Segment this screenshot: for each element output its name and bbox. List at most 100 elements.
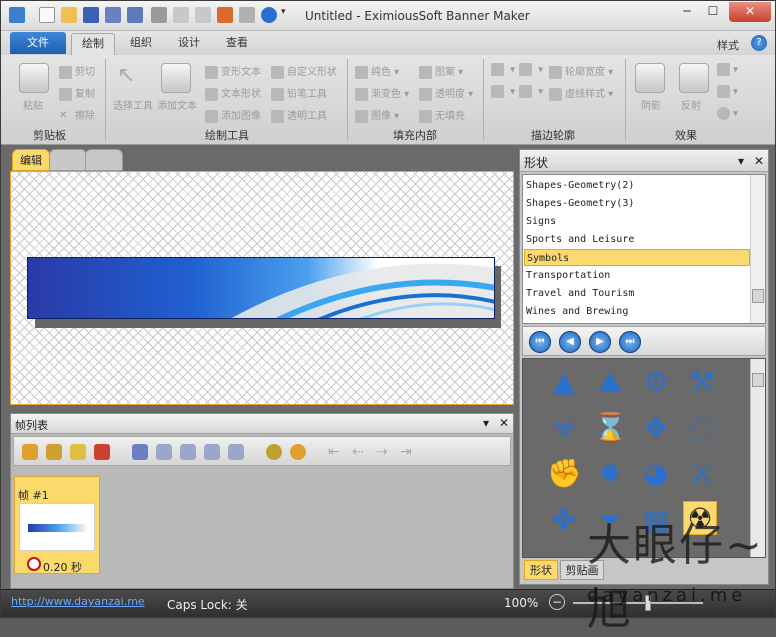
list-item[interactable]: Signs <box>524 213 750 230</box>
scrollbar-thumb[interactable] <box>752 373 764 387</box>
effect-option-3[interactable]: ▾ <box>717 107 738 120</box>
print-icon[interactable] <box>151 7 167 23</box>
cut-button[interactable]: 剪切 <box>59 63 95 79</box>
new-icon[interactable] <box>39 7 55 23</box>
ball-shape-icon[interactable]: ◕ <box>639 457 673 491</box>
tool-icon[interactable] <box>239 7 255 23</box>
gear-shape-icon[interactable]: ⚙ <box>639 365 673 399</box>
save-as-icon[interactable] <box>105 7 121 23</box>
delete-button[interactable]: ✕ 擦除 <box>59 107 95 123</box>
style-menu[interactable]: 样式 <box>717 37 739 53</box>
first-page-icon[interactable]: ⏮ <box>529 331 551 353</box>
shadow-button[interactable]: 阴影 <box>641 97 661 112</box>
dash-style-button[interactable]: 虚线样式 ▾ <box>549 85 613 101</box>
qat-dropdown-icon[interactable]: ▾ <box>281 7 291 23</box>
pointer-icon[interactable]: ↖ <box>117 63 147 93</box>
tab-organize[interactable]: 组织 <box>121 33 161 55</box>
banner-object[interactable] <box>27 257 495 319</box>
tab-edit[interactable]: 编辑 <box>12 149 50 171</box>
list-item[interactable]: Shapes-Geometry(2) <box>524 177 750 194</box>
add-frame-icon[interactable] <box>22 444 38 460</box>
help-icon[interactable] <box>261 7 277 23</box>
first-arrow-icon[interactable]: ⇤ <box>328 444 344 460</box>
stroke-color-button[interactable]: ▾ <box>491 63 515 76</box>
fist-shape-icon[interactable]: ✊ <box>547 457 582 491</box>
select-tool-button[interactable]: 选择工具 <box>113 97 153 112</box>
list-scrollbar[interactable] <box>750 175 765 323</box>
sword-shape-icon[interactable]: ⚔ <box>685 457 719 491</box>
brush-icon[interactable] <box>217 7 233 23</box>
minimize-icon[interactable]: ─ <box>673 2 701 22</box>
tab-draw[interactable]: 绘制 <box>71 33 115 55</box>
list-item-selected[interactable]: Symbols <box>524 249 750 266</box>
effect-option-2[interactable]: ▾ <box>717 85 738 98</box>
tab-design[interactable]: 设计 <box>169 33 209 55</box>
no-fill-button[interactable]: 无填充 <box>419 107 465 123</box>
solid-fill-button[interactable]: 纯色 ▾ <box>355 63 399 79</box>
close-icon[interactable]: ✕ <box>729 2 771 22</box>
settings-icon[interactable] <box>266 444 282 460</box>
list-item[interactable]: Travel and Tourism <box>524 285 750 302</box>
tab-preview[interactable] <box>49 149 87 171</box>
effect-option-1[interactable]: ▾ <box>717 63 738 76</box>
prev-arrow-icon[interactable]: ⇠ <box>352 444 368 460</box>
copy-button[interactable]: 复制 <box>59 85 95 101</box>
diamond-shape-icon[interactable]: ❖ <box>639 411 673 445</box>
peak-shape-icon[interactable]: ⛰ <box>593 365 627 399</box>
delete-frame-icon[interactable] <box>94 444 110 460</box>
tab-view[interactable]: 查看 <box>217 33 257 55</box>
next-arrow-icon[interactable]: ⇢ <box>376 444 392 460</box>
panel-menu-icon[interactable]: ▾ <box>738 154 744 168</box>
undo-icon[interactable] <box>173 7 189 23</box>
zoom-out-icon[interactable]: − <box>549 594 565 610</box>
scrollbar-thumb[interactable] <box>752 289 764 303</box>
reflection-button[interactable]: 反射 <box>681 97 701 112</box>
tool-shape-icon[interactable]: ⚒ <box>685 365 719 399</box>
maximize-icon[interactable]: ☐ <box>699 2 727 22</box>
paste-icon[interactable] <box>19 63 49 93</box>
stroke-style-button[interactable]: ▾ <box>519 63 543 76</box>
add-text-button[interactable]: 添加文本 <box>157 97 197 112</box>
open-icon[interactable] <box>61 7 77 23</box>
frame-tool-icon[interactable] <box>156 444 172 460</box>
reflection-icon[interactable] <box>679 63 709 93</box>
mountain-shape-icon[interactable]: ▲ <box>547 365 581 399</box>
stroke-fill-button[interactable]: ▾ <box>491 85 515 98</box>
pattern-fill-button[interactable]: 图案 ▾ <box>419 63 463 79</box>
panel-close-icon[interactable]: ✕ <box>499 416 509 430</box>
duplicate-frame-icon[interactable] <box>70 444 86 460</box>
fan-shape-icon[interactable]: ✤ <box>547 503 581 537</box>
timer-icon[interactable] <box>290 444 306 460</box>
list-item[interactable]: Shapes-Geometry(3) <box>524 195 750 212</box>
shadow-icon[interactable] <box>635 63 665 93</box>
custom-shape-button[interactable]: 自定义形状 <box>271 63 337 79</box>
list-item[interactable]: Sports and Leisure <box>524 231 750 248</box>
warp-text-button[interactable]: 变形文本 <box>205 63 261 79</box>
panel-close-icon[interactable]: ✕ <box>754 154 764 168</box>
gradient-fill-button[interactable]: 渐变色 ▾ <box>355 85 409 101</box>
outline-width-button[interactable]: 轮廓宽度 ▾ <box>549 63 613 79</box>
add-image-button[interactable]: 添加图像 <box>205 107 261 123</box>
frame-tool-icon[interactable] <box>204 444 220 460</box>
frame-tool-icon[interactable] <box>180 444 196 460</box>
redo-icon[interactable] <box>195 7 211 23</box>
dotted-circle-shape-icon[interactable]: ◌ <box>685 411 719 445</box>
save-icon[interactable] <box>83 7 99 23</box>
biohazard-shape-icon[interactable]: ☣ <box>547 411 581 445</box>
text-shape-button[interactable]: 文本形状 <box>205 85 261 101</box>
list-item[interactable]: Wines and Brewing <box>524 303 750 320</box>
next-page-icon[interactable]: ▶ <box>589 331 611 353</box>
frame-item[interactable]: 帧 #1 0.20 秒 <box>14 476 100 574</box>
help-button[interactable]: ? <box>751 35 767 51</box>
export-icon[interactable] <box>127 7 143 23</box>
app-icon[interactable] <box>9 7 25 23</box>
last-arrow-icon[interactable]: ⇥ <box>400 444 416 460</box>
frame-tool-icon[interactable] <box>228 444 244 460</box>
pencil-tool-button[interactable]: 铅笔工具 <box>271 85 327 101</box>
transparent-tool-button[interactable]: 透明工具 <box>271 107 327 123</box>
image-fill-button[interactable]: 图像 ▾ <box>355 107 399 123</box>
opacity-button[interactable]: 透明度 ▾ <box>419 85 473 101</box>
file-tab[interactable]: 文件 <box>10 32 66 54</box>
sun-shape-icon[interactable]: ✹ <box>593 457 627 491</box>
tab-shapes[interactable]: 形状 <box>524 560 558 580</box>
